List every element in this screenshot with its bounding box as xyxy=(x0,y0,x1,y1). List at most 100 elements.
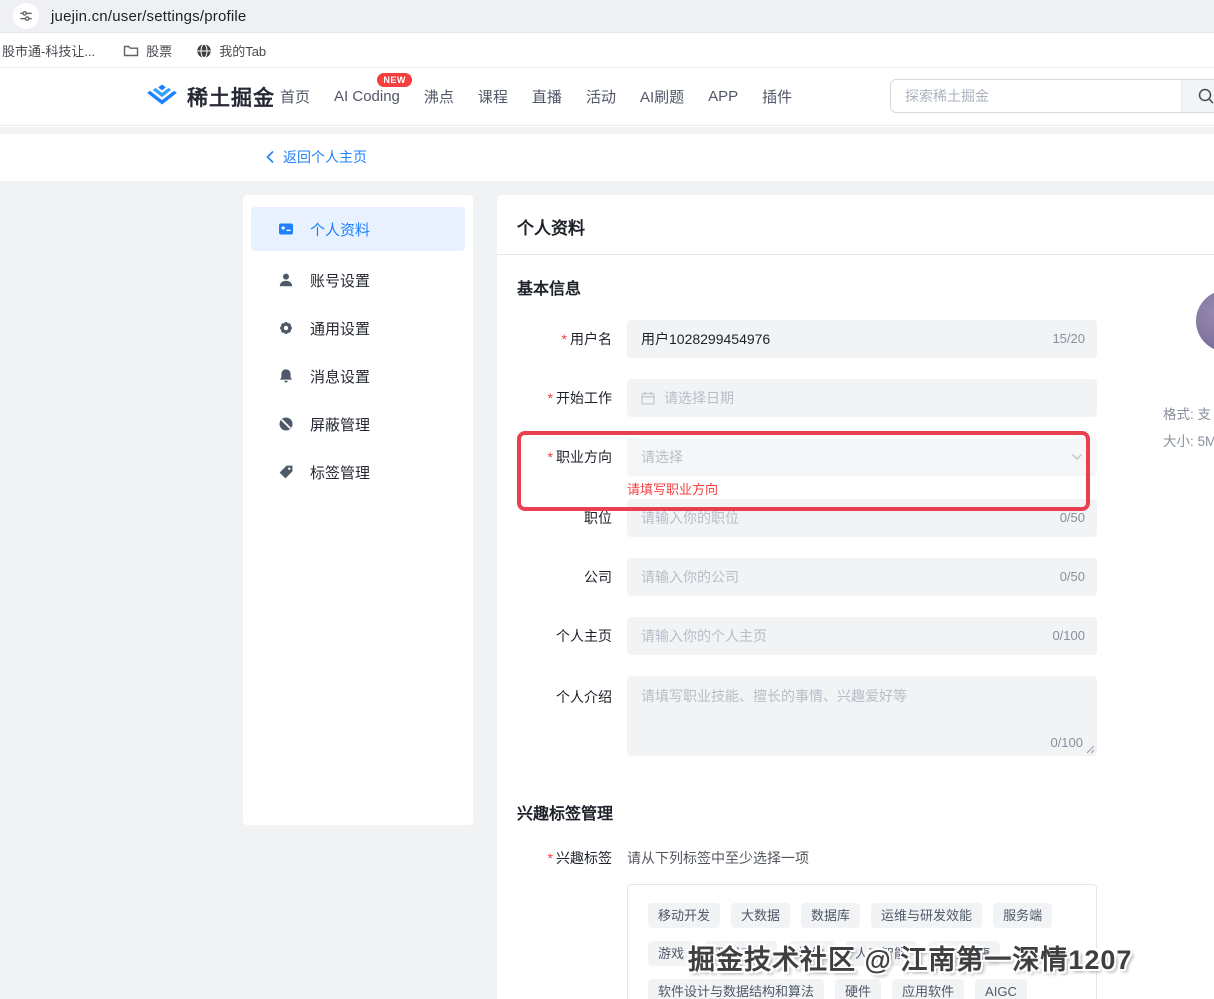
interest-tag[interactable]: 软件设计与数据结构和算法 xyxy=(648,979,824,999)
intro-textarea-wrap: 0/100 xyxy=(627,676,1097,756)
sidebar-item-general[interactable]: 通用设置 xyxy=(243,304,473,352)
back-link[interactable]: 返回个人主页 xyxy=(265,147,367,167)
nav-item-app[interactable]: APP xyxy=(708,88,738,105)
required-marker: * xyxy=(548,449,553,465)
job-label: 职位 xyxy=(517,499,612,537)
career-select[interactable]: 请选择 xyxy=(627,438,1097,476)
interest-tag[interactable]: 大数据 xyxy=(731,903,790,928)
sidebar-item-profile[interactable]: 个人资料 xyxy=(251,207,465,251)
form-row-username: *用户名 15/20 xyxy=(517,320,1077,358)
select-placeholder: 请选择 xyxy=(641,447,683,467)
interest-tag[interactable]: 硬件 xyxy=(835,979,881,999)
resize-handle-icon[interactable] xyxy=(1086,745,1095,754)
required-marker: * xyxy=(548,850,553,866)
sidebar-item-label: 个人资料 xyxy=(310,219,370,240)
sidebar-item-block[interactable]: 屏蔽管理 xyxy=(243,400,473,448)
nav-item-events[interactable]: 活动 xyxy=(586,86,616,107)
chevron-down-icon xyxy=(1071,453,1083,461)
interest-tag[interactable]: 服务端 xyxy=(993,903,1052,928)
char-counter: 15/20 xyxy=(1052,320,1085,358)
user-icon xyxy=(278,272,294,288)
settings-sidebar: 个人资料 账号设置 通 xyxy=(243,195,473,825)
avatar[interactable] xyxy=(1196,290,1214,352)
site-header: 稀土掘金 首页 AI Coding NEW 沸点 课程 直播 活动 AI刷题 A… xyxy=(0,68,1214,126)
search-input[interactable] xyxy=(891,80,1181,112)
interest-hint: 请从下列标签中至少选择一项 xyxy=(627,848,809,868)
intro-label: 个人介绍 xyxy=(517,687,612,707)
required-marker: * xyxy=(548,390,553,406)
calendar-icon xyxy=(641,391,655,405)
username-input[interactable] xyxy=(627,320,1097,358)
globe-icon xyxy=(196,43,212,59)
search-button[interactable] xyxy=(1181,80,1214,112)
char-counter: 0/100 xyxy=(1050,735,1083,750)
bookmark-item[interactable]: 股票 xyxy=(123,41,172,60)
nav-item-plugins[interactable]: 插件 xyxy=(762,86,792,107)
sidebar-item-tags[interactable]: 标签管理 xyxy=(243,448,473,496)
form-row-homepage: 个人主页 0/100 xyxy=(517,617,1077,655)
header-divider xyxy=(0,127,1214,134)
form-row-job: 职位 0/50 xyxy=(517,499,1077,537)
folder-icon xyxy=(123,43,139,59)
bookmark-label: 我的Tab xyxy=(219,41,266,60)
logo[interactable]: 稀土掘金 xyxy=(145,82,275,112)
company-label: 公司 xyxy=(517,558,612,596)
bookmark-label: 股市通-科技让... xyxy=(2,41,95,60)
homepage-input[interactable] xyxy=(627,617,1097,655)
new-badge: NEW xyxy=(377,73,412,87)
bell-icon xyxy=(278,368,294,384)
avatar-format-hint: 格式: 支 xyxy=(1163,401,1214,428)
card-header: 个人资料 xyxy=(497,195,1214,255)
interest-label: *兴趣标签 xyxy=(517,848,612,868)
tune-icon xyxy=(19,9,33,23)
url-text[interactable]: juejin.cn/user/settings/profile xyxy=(51,8,246,25)
nav-item-pins[interactable]: 沸点 xyxy=(424,86,454,107)
site-permissions-icon[interactable] xyxy=(13,3,39,29)
block-icon xyxy=(278,416,294,432)
tag-row: 移动开发 大数据 数据库 运维与研发效能 服务端 xyxy=(648,903,1076,928)
company-input[interactable] xyxy=(627,558,1097,596)
date-placeholder: 请选择日期 xyxy=(664,388,734,408)
sidebar-item-account[interactable]: 账号设置 xyxy=(243,256,473,304)
career-select-wrap: 请选择 xyxy=(627,438,1097,476)
main-nav: 首页 AI Coding NEW 沸点 课程 直播 活动 AI刷题 APP 插件 xyxy=(280,68,792,125)
address-bar: juejin.cn/user/settings/profile xyxy=(0,0,1214,33)
start-work-picker-wrap: 请选择日期 xyxy=(627,379,1097,417)
watermark: 掘金技术社区 @ 江南第一深情1207 xyxy=(688,938,1132,977)
job-input[interactable] xyxy=(627,499,1097,537)
section-title-interest: 兴趣标签管理 xyxy=(517,800,613,824)
nav-item-courses[interactable]: 课程 xyxy=(478,86,508,107)
interest-tag[interactable]: 数据库 xyxy=(801,903,860,928)
char-counter: 0/100 xyxy=(1052,617,1085,655)
username-input-wrap: 15/20 xyxy=(627,320,1097,358)
form-row-start-work: *开始工作 请选择日期 xyxy=(517,379,1077,417)
nav-item-ai-coding[interactable]: AI Coding NEW xyxy=(334,88,400,105)
bookmark-item[interactable]: 我的Tab xyxy=(196,41,266,60)
interest-tag[interactable]: AIGC xyxy=(975,979,1027,999)
username-label: *用户名 xyxy=(517,320,612,358)
nav-item-home[interactable]: 首页 xyxy=(280,86,310,107)
tag-row: 软件设计与数据结构和算法 硬件 应用软件 AIGC xyxy=(648,979,1076,999)
sidebar-item-label: 标签管理 xyxy=(310,462,370,483)
interest-tag[interactable]: 运维与研发效能 xyxy=(871,903,982,928)
date-picker[interactable]: 请选择日期 xyxy=(627,379,1097,417)
gear-icon xyxy=(278,320,294,336)
form-row-company: 公司 0/50 xyxy=(517,558,1077,596)
avatar-size-hint: 大小: 5M xyxy=(1163,428,1214,455)
form-row-career: *职业方向 请选择 xyxy=(517,438,1077,476)
interest-tag[interactable]: 移动开发 xyxy=(648,903,720,928)
interest-tag[interactable]: 应用软件 xyxy=(892,979,964,999)
logo-text: 稀土掘金 xyxy=(187,82,275,112)
search-box xyxy=(890,79,1214,113)
nav-item-live[interactable]: 直播 xyxy=(532,86,562,107)
bookmarks-bar: 股市通-科技让... 股票 我的Tab xyxy=(0,34,1214,68)
bookmark-label: 股票 xyxy=(146,41,172,60)
bookmark-item[interactable]: 股市通-科技让... xyxy=(2,41,95,60)
tag-icon xyxy=(278,464,294,480)
nav-item-ai-quiz[interactable]: AI刷题 xyxy=(640,86,684,107)
required-marker: * xyxy=(562,331,567,347)
avatar-upload-hints: 格式: 支 大小: 5M xyxy=(1163,401,1214,455)
sidebar-item-messages[interactable]: 消息设置 xyxy=(243,352,473,400)
intro-textarea[interactable] xyxy=(627,676,1097,756)
start-work-label: *开始工作 xyxy=(517,379,612,417)
